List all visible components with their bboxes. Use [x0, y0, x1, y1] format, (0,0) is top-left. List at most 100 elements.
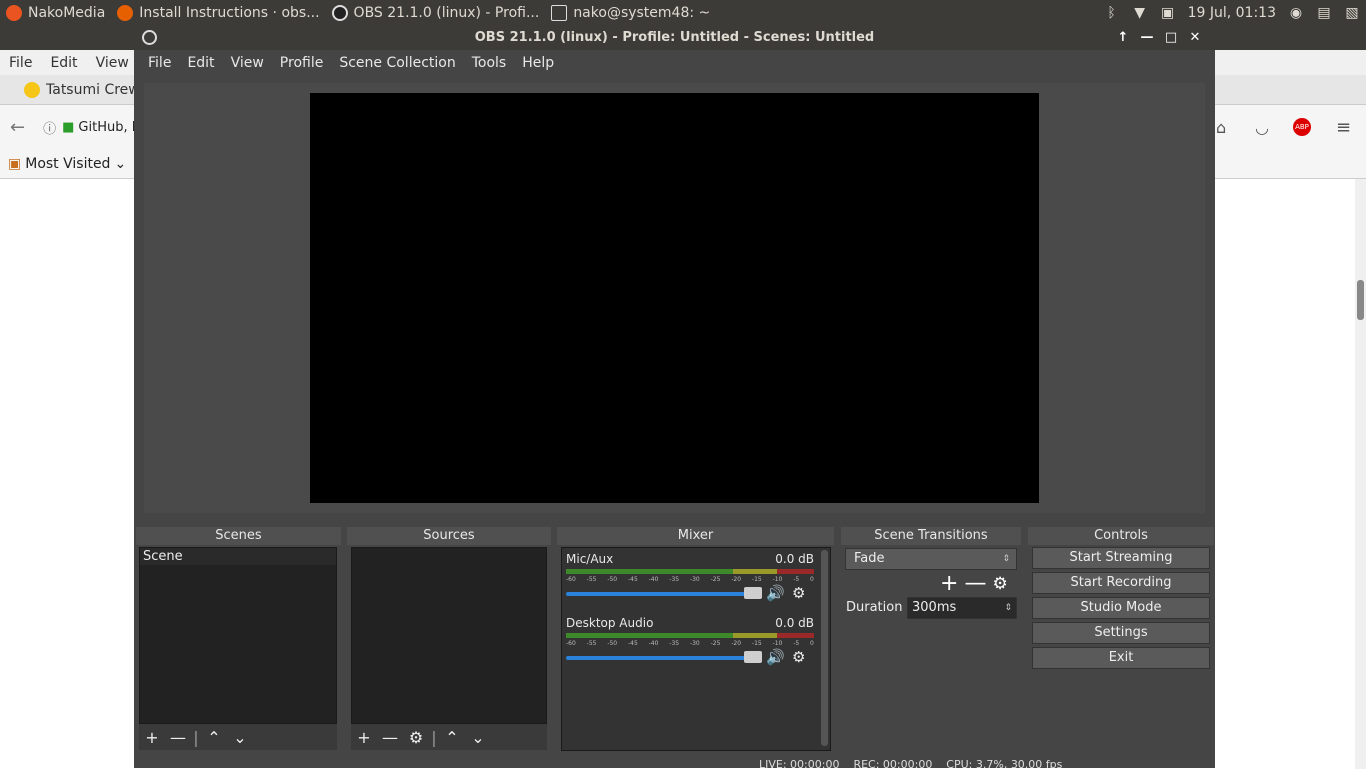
obs-window: OBS 21.1.0 (linux) - Profile: Untitled -…: [134, 25, 1215, 768]
move-up-icon[interactable]: ⌃: [201, 728, 227, 747]
duration-value: 300ms: [912, 600, 957, 615]
obs-titlebar: OBS 21.1.0 (linux) - Profile: Untitled -…: [134, 25, 1215, 50]
volume-slider[interactable]: 🔊 ⚙: [566, 584, 814, 602]
bookmark-folder-icon: ▣: [8, 155, 22, 172]
ff-menu-edit[interactable]: Edit: [41, 55, 86, 71]
lock-icon: ■: [62, 119, 75, 135]
gear-icon[interactable]: ⚙: [403, 728, 429, 747]
exit-button[interactable]: Exit: [1032, 647, 1210, 669]
meter-tick-label: -5: [793, 576, 800, 583]
ff-menu-file[interactable]: File: [0, 55, 41, 71]
gear-icon[interactable]: ⚙: [792, 648, 805, 666]
meter-tick-label: -45: [627, 576, 638, 583]
transition-select[interactable]: Fade ⇕: [845, 548, 1017, 570]
clipboard-icon[interactable]: ▣: [1159, 4, 1177, 22]
add-transition-button[interactable]: +: [940, 571, 958, 597]
meter-tick-label: -30: [689, 640, 700, 647]
wifi-icon[interactable]: ▼: [1131, 4, 1149, 22]
transitions-dock-title: Scene Transitions: [841, 527, 1021, 545]
spin-icon[interactable]: ⇕: [1004, 598, 1012, 618]
bluetooth-icon[interactable]: ᛒ: [1103, 4, 1121, 22]
back-icon[interactable]: ←: [10, 117, 25, 138]
volume-meter: [566, 569, 814, 574]
hamburger-menu-icon[interactable]: ≡: [1336, 117, 1351, 138]
taskbar-label: OBS 21.1.0 (linux) - Profi...: [353, 4, 540, 21]
bookmark-most-visited[interactable]: Most Visited: [25, 156, 110, 172]
menu-view[interactable]: View: [223, 55, 272, 71]
duration-field[interactable]: 300ms ⇕: [907, 597, 1017, 619]
volume-slider[interactable]: 🔊 ⚙: [566, 648, 814, 666]
add-source-button[interactable]: +: [351, 728, 377, 747]
volume-meter: [566, 633, 814, 638]
menu-file[interactable]: File: [140, 55, 179, 71]
meter-tick-label: -15: [751, 576, 762, 583]
taskbar-app-terminal[interactable]: nako@system48: ~: [545, 0, 716, 25]
tab-icon: [24, 81, 40, 98]
menu-tools[interactable]: Tools: [464, 55, 515, 71]
channel-name: Desktop Audio: [566, 616, 654, 630]
menu-help[interactable]: Help: [514, 55, 562, 71]
studio-mode-button[interactable]: Studio Mode: [1032, 597, 1210, 619]
gear-icon[interactable]: ⚙: [992, 571, 1007, 597]
remove-transition-button[interactable]: —: [964, 571, 986, 597]
firefox-scrollbar[interactable]: [1355, 179, 1366, 769]
meter-tick-label: -40: [648, 576, 659, 583]
meter-tick-label: -30: [689, 576, 700, 583]
clock[interactable]: 19 Jul, 01:13: [1182, 0, 1282, 25]
pin-up-icon[interactable]: ↑: [1111, 30, 1135, 45]
info-icon[interactable]: ⓘ: [43, 118, 56, 137]
meter-tick-label: -40: [648, 640, 659, 647]
close-icon[interactable]: ✕: [1183, 30, 1207, 45]
move-down-icon[interactable]: ⌄: [465, 728, 491, 747]
meter-tick-label: -25: [710, 576, 721, 583]
meter-tick-label: -55: [586, 576, 597, 583]
move-down-icon[interactable]: ⌄: [227, 728, 253, 747]
meter-ticks: -60 -55 -50 -45 -40 -35 -30 -25 -20 -15 -10 -5 0: [566, 640, 814, 647]
terminal-icon: [551, 4, 568, 21]
keyboard-icon[interactable]: ▤: [1315, 4, 1333, 22]
settings-button[interactable]: Settings: [1032, 622, 1210, 644]
scenes-toolbar: + — | ⌃ ⌄: [139, 724, 337, 750]
list-item[interactable]: Scene: [140, 548, 336, 565]
chart-icon[interactable]: ▧: [1343, 4, 1361, 22]
start-streaming-button[interactable]: Start Streaming: [1032, 547, 1210, 569]
gear-icon[interactable]: ⚙: [792, 584, 805, 602]
menu-profile[interactable]: Profile: [272, 55, 332, 71]
slider-handle[interactable]: [744, 587, 762, 599]
speaker-icon[interactable]: 🔊: [766, 648, 785, 666]
remove-scene-button[interactable]: —: [165, 728, 191, 747]
add-scene-button[interactable]: +: [139, 728, 165, 747]
home-icon[interactable]: ⌂: [1216, 118, 1226, 137]
ff-tab-tatsumi[interactable]: Tatsumi Crew: [46, 82, 140, 98]
meter-tick-label: -50: [607, 576, 618, 583]
pocket-icon[interactable]: ◡: [1255, 118, 1269, 137]
move-up-icon[interactable]: ⌃: [439, 728, 465, 747]
meter-tick-label: 0: [810, 576, 814, 583]
ff-menu-view[interactable]: View: [87, 55, 138, 71]
mixer-scrollbar[interactable]: [821, 550, 828, 746]
system-top-panel: NakoMedia Install Instructions · obs... …: [0, 0, 1366, 25]
firefox-scroll-thumb[interactable]: [1357, 280, 1364, 320]
remove-source-button[interactable]: —: [377, 728, 403, 747]
adblock-icon[interactable]: ABP: [1293, 118, 1311, 136]
taskbar-app-firefox[interactable]: Install Instructions · obs...: [111, 0, 325, 25]
slider-handle[interactable]: [744, 651, 762, 663]
start-recording-button[interactable]: Start Recording: [1032, 572, 1210, 594]
globe-icon[interactable]: ◉: [1287, 4, 1305, 22]
taskbar-label: NakoMedia: [28, 4, 106, 21]
sources-list[interactable]: [351, 547, 547, 724]
maximize-icon[interactable]: □: [1159, 30, 1183, 45]
meter-tick-label: -35: [669, 640, 680, 647]
scenes-list[interactable]: Scene: [139, 547, 337, 724]
transition-toolbar: + — ⚙: [940, 571, 1008, 597]
minimize-icon[interactable]: —: [1135, 30, 1159, 45]
taskbar-app-obs[interactable]: OBS 21.1.0 (linux) - Profi...: [326, 0, 546, 25]
meter-tick-label: -50: [607, 640, 618, 647]
status-bar: LIVE: 00:00:00 REC: 00:00:00 CPU: 3.7%, …: [134, 760, 1215, 768]
speaker-icon[interactable]: 🔊: [766, 584, 785, 602]
meter-tick-label: -45: [627, 640, 638, 647]
taskbar-app-nakomedia[interactable]: NakoMedia: [0, 0, 111, 25]
menu-scene-collection[interactable]: Scene Collection: [331, 55, 463, 71]
preview-canvas[interactable]: [310, 93, 1039, 503]
menu-edit[interactable]: Edit: [179, 55, 222, 71]
